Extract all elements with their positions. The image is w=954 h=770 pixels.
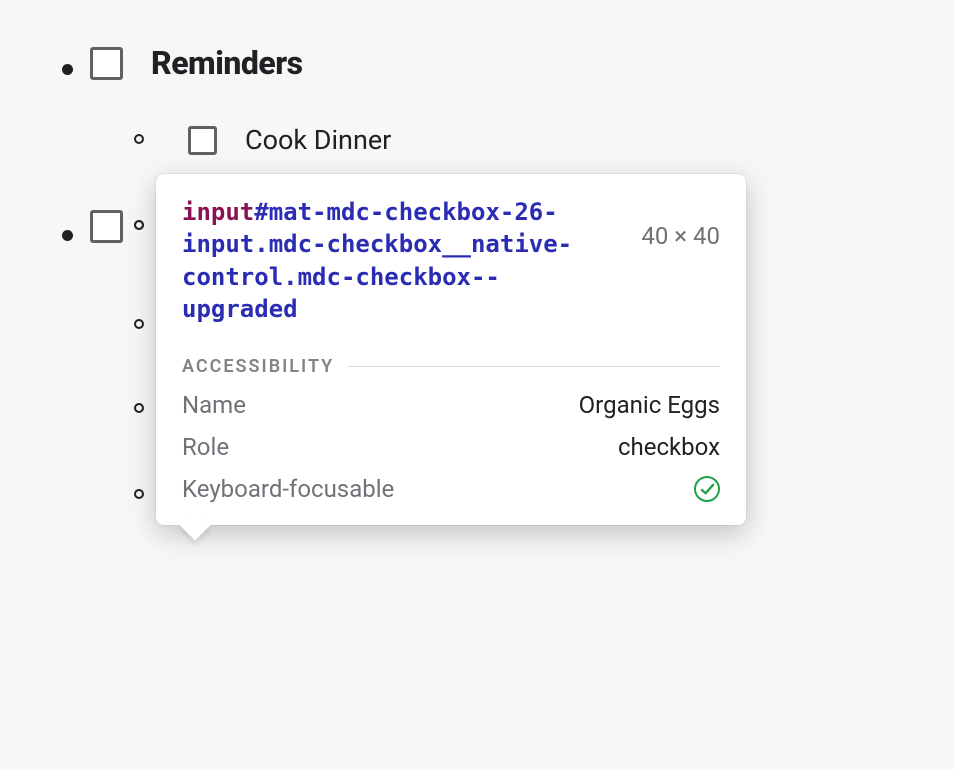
check-circle-icon bbox=[694, 476, 720, 502]
tooltip-selector: input#mat-mdc-checkbox-26-input.mdc-chec… bbox=[182, 196, 612, 326]
group-checkbox[interactable] bbox=[90, 210, 123, 243]
bullet-circle-icon bbox=[134, 489, 144, 499]
bullet-circle-icon bbox=[134, 134, 144, 144]
tooltip-divider bbox=[348, 366, 720, 367]
group-title: Reminders bbox=[151, 44, 303, 82]
list-group: Reminders Cook Dinner bbox=[30, 44, 924, 156]
bullet-circle-icon bbox=[134, 319, 144, 329]
bullet-disc-icon bbox=[62, 64, 73, 75]
tooltip-row-label: Name bbox=[182, 391, 246, 419]
checklist-root: input#mat-mdc-checkbox-26-input.mdc-chec… bbox=[0, 0, 954, 609]
group-heading-row: Reminders bbox=[90, 44, 924, 82]
bullet-disc-icon bbox=[62, 230, 73, 241]
bullet-circle-icon bbox=[134, 403, 144, 413]
tooltip-dimensions: 40 × 40 bbox=[641, 222, 720, 250]
tooltip-row-label: Keyboard-focusable bbox=[182, 475, 394, 503]
tooltip-row-name: Name Organic Eggs bbox=[182, 391, 720, 419]
tooltip-arrow bbox=[179, 509, 210, 540]
item-checkbox[interactable] bbox=[188, 126, 217, 155]
devtools-inspect-tooltip: input#mat-mdc-checkbox-26-input.mdc-chec… bbox=[156, 174, 746, 525]
nested-list: Cook Dinner bbox=[128, 124, 924, 156]
item-label: Cook Dinner bbox=[245, 124, 391, 156]
tooltip-row-value: checkbox bbox=[618, 433, 720, 461]
tooltip-row-label: Role bbox=[182, 433, 229, 461]
tooltip-row-keyboard-focusable: Keyboard-focusable bbox=[182, 475, 720, 503]
tooltip-section-header: ACCESSIBILITY bbox=[182, 356, 720, 377]
tooltip-section-label: ACCESSIBILITY bbox=[182, 356, 334, 377]
tooltip-row-value: Organic Eggs bbox=[579, 391, 720, 419]
tooltip-row-value bbox=[694, 475, 720, 503]
group-checkbox[interactable] bbox=[90, 47, 123, 80]
list-item: Cook Dinner bbox=[128, 124, 924, 156]
tooltip-selector-tagname: input bbox=[182, 198, 254, 226]
tooltip-row-role: Role checkbox bbox=[182, 433, 720, 461]
